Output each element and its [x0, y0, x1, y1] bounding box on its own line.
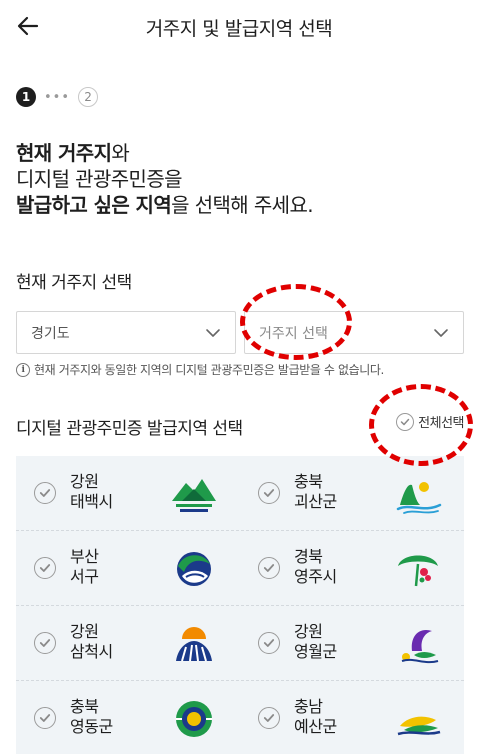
region-item-taebaek[interactable]: 강원 태백시 [16, 456, 240, 531]
province-select-value: 경기도 [31, 325, 70, 342]
check-circle-icon [258, 482, 280, 504]
region-row: 강원 태백시 충북 괴산군 [16, 456, 464, 531]
step-indicator: 1 ••• 2 [16, 86, 99, 108]
check-circle-icon [34, 632, 56, 654]
check-circle-icon [396, 412, 415, 431]
goesan-mountain-logo-icon [396, 482, 442, 514]
province-select[interactable]: 경기도 [16, 311, 236, 354]
region-province: 강원 [294, 622, 323, 641]
region-province: 부산 [70, 547, 99, 566]
region-city: 예산군 [294, 717, 337, 736]
city-select[interactable]: 거주지 선택 [244, 311, 464, 354]
region-province: 강원 [70, 472, 99, 491]
region-city: 영월군 [294, 642, 337, 661]
region-item-seogu[interactable]: 부산 서구 [16, 531, 240, 606]
intro-region-bold: 발급하고 싶은 지역 [16, 193, 172, 217]
region-province: 충북 [70, 697, 99, 716]
info-icon: i [16, 362, 30, 377]
step-dots: ••• [44, 89, 71, 105]
region-name: 충북 괴산군 [294, 472, 337, 512]
region-province: 강원 [70, 622, 99, 641]
region-province: 충북 [294, 472, 323, 491]
region-name: 충남 예산군 [294, 697, 337, 737]
region-item-yeongdong[interactable]: 충북 영동군 [16, 681, 240, 754]
check-circle-icon [34, 557, 56, 579]
yeongwol-river-logo-icon [401, 629, 439, 664]
intro-line1-rest: 와 [111, 141, 130, 165]
residence-notice: i 현재 거주지와 동일한 지역의 디지털 관광주민증은 발급받을 수 없습니다… [16, 361, 384, 378]
check-circle-icon [258, 632, 280, 654]
region-row: 부산 서구 경북 영주시 [16, 531, 464, 606]
region-city: 괴산군 [294, 492, 337, 511]
select-all-label: 전체선택 [418, 416, 464, 431]
city-select-placeholder: 거주지 선택 [259, 325, 328, 342]
app-header: 거주지 및 발급지역 선택 [0, 0, 478, 56]
chevron-down-icon [206, 329, 220, 337]
region-grid: 강원 태백시 충북 괴산군 부산 서구 경북 영주시 강원 삼척시 강원 영월군… [16, 456, 464, 754]
taebaek-mountain-logo-icon [172, 479, 216, 512]
seogu-swirl-logo-icon [177, 552, 211, 586]
region-name: 강원 삼척시 [70, 622, 113, 662]
check-circle-icon [34, 482, 56, 504]
chevron-down-icon [434, 329, 448, 337]
region-name: 경북 영주시 [294, 547, 337, 587]
select-all-button[interactable]: 전체선택 [396, 412, 464, 431]
region-city: 서구 [70, 567, 99, 586]
region-name: 강원 태백시 [70, 472, 113, 512]
intro-text: 현재 거주지와 디지털 관광주민증을 발급하고 싶은 지역을 선택해 주세요. [16, 140, 466, 218]
issuance-section-title: 디지털 관광주민증 발급지역 선택 [16, 419, 243, 439]
region-item-samcheok[interactable]: 강원 삼척시 [16, 606, 240, 681]
step-2: 2 [78, 87, 99, 107]
region-city: 태백시 [70, 492, 113, 511]
region-name: 강원 영월군 [294, 622, 337, 662]
region-item-yeongju[interactable]: 경북 영주시 [240, 531, 464, 606]
residence-section-title: 현재 거주지 선택 [16, 273, 132, 293]
region-item-yesan[interactable]: 충남 예산군 [240, 681, 464, 754]
intro-residence-bold: 현재 거주지 [16, 141, 112, 165]
region-name: 부산 서구 [70, 547, 99, 587]
region-row: 강원 삼척시 강원 영월군 [16, 606, 464, 681]
yeongdong-circle-logo-icon [176, 701, 212, 737]
region-city: 영동군 [70, 717, 113, 736]
region-city: 영주시 [294, 567, 337, 586]
intro-line2: 디지털 관광주민증을 [16, 167, 183, 191]
region-city: 삼척시 [70, 642, 113, 661]
page-title: 거주지 및 발급지역 선택 [145, 18, 333, 40]
region-item-goesan[interactable]: 충북 괴산군 [240, 456, 464, 531]
check-circle-icon [258, 557, 280, 579]
samcheok-sunrise-logo-icon [176, 627, 212, 662]
yesan-hill-logo-icon [397, 716, 441, 736]
step-1: 1 [16, 87, 36, 107]
region-name: 충북 영동군 [70, 697, 113, 737]
region-item-yeongwol[interactable]: 강원 영월군 [240, 606, 464, 681]
region-province: 경북 [294, 547, 323, 566]
check-circle-icon [258, 707, 280, 729]
residence-notice-text: 현재 거주지와 동일한 지역의 디지털 관광주민증은 발급받을 수 없습니다. [34, 363, 384, 377]
region-province: 충남 [294, 697, 323, 716]
check-circle-icon [34, 707, 56, 729]
intro-line3-rest: 을 선택해 주세요. [171, 193, 314, 217]
yeongju-tree-logo-icon [398, 555, 438, 587]
region-row: 충북 영동군 충남 예산군 [16, 681, 464, 754]
